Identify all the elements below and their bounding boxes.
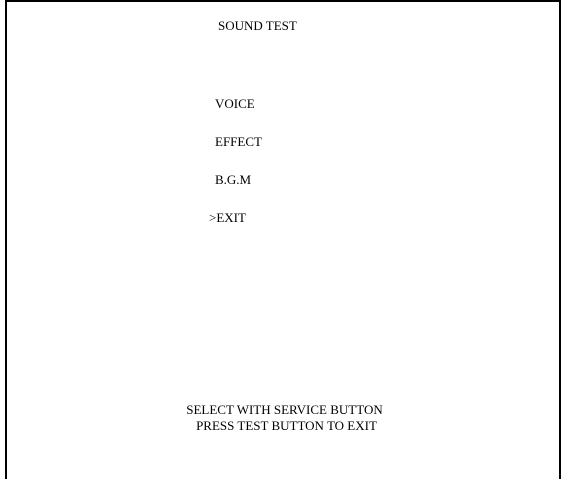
menu-item-voice[interactable]: VOICE — [215, 96, 255, 112]
sound-test-screen: SOUND TEST VOICE EFFECT B.G.M >EXIT SELE… — [0, 0, 561, 479]
page-title: SOUND TEST — [218, 18, 297, 33]
menu-item-effect[interactable]: EFFECT — [215, 134, 262, 150]
frame-top-border — [5, 0, 561, 2]
instruction-exit: PRESS TEST BUTTON TO EXIT — [196, 418, 377, 433]
instruction-select: SELECT WITH SERVICE BUTTON — [186, 402, 383, 417]
menu-item-exit-selected[interactable]: >EXIT — [209, 210, 246, 226]
menu-item-bgm[interactable]: B.G.M — [215, 172, 251, 188]
